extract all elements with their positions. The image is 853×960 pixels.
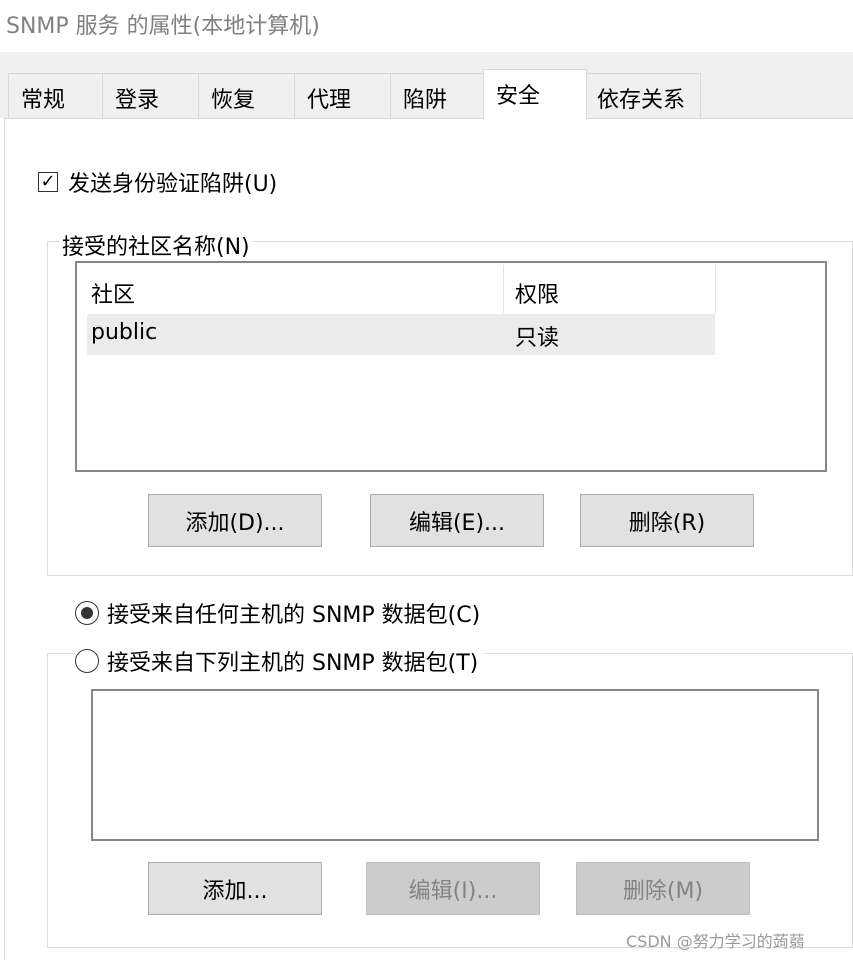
column-header-rights[interactable]: 权限	[515, 277, 559, 309]
column-divider[interactable]	[715, 265, 716, 313]
tab-label: 依存关系	[597, 88, 686, 113]
remove-community-button[interactable]: 删除(R)	[580, 494, 754, 547]
community-name: public	[91, 320, 158, 345]
tab-label: 代理	[307, 88, 352, 113]
add-community-button[interactable]: 添加(D)...	[148, 494, 322, 547]
title-bar: SNMP 服务 的属性(本地计算机)	[0, 0, 853, 50]
community-row[interactable]: public 只读	[87, 314, 715, 355]
send-auth-trap-option[interactable]: ✓ 发送身份验证陷阱(U)	[38, 168, 278, 197]
send-auth-trap-checkbox[interactable]: ✓	[38, 172, 58, 192]
add-host-button[interactable]: 添加...	[148, 862, 322, 915]
accept-listed-hosts-label: 接受来自下列主机的 SNMP 数据包(T)	[107, 651, 479, 676]
edit-community-button[interactable]: 编辑(E)...	[370, 494, 544, 547]
community-rights: 只读	[515, 326, 560, 351]
column-header-community[interactable]: 社区	[91, 277, 135, 309]
tab-logon[interactable]: 登录	[102, 73, 199, 118]
communities-list[interactable]: 社区 权限 public 只读	[75, 261, 827, 472]
tab-recovery[interactable]: 恢复	[198, 73, 295, 118]
accept-listed-hosts-option[interactable]: 接受来自下列主机的 SNMP 数据包(T)	[75, 645, 485, 677]
tab-general[interactable]: 常规	[8, 73, 103, 118]
accept-any-host-radio[interactable]	[75, 601, 99, 625]
column-divider[interactable]	[503, 265, 504, 313]
tab-label: 登录	[115, 88, 160, 113]
send-auth-trap-label: 发送身份验证陷阱(U)	[68, 172, 278, 197]
tab-label: 陷阱	[403, 88, 448, 113]
accept-any-host-option[interactable]: 接受来自任何主机的 SNMP 数据包(C)	[75, 597, 487, 629]
hosts-list[interactable]	[91, 689, 819, 841]
check-icon: ✓	[40, 171, 56, 192]
tab-traps[interactable]: 陷阱	[390, 73, 484, 118]
tab-dependencies[interactable]: 依存关系	[586, 73, 701, 118]
window-title: SNMP 服务 的属性(本地计算机)	[6, 14, 320, 39]
tab-label: 常规	[21, 88, 66, 113]
accept-any-host-label: 接受来自任何主机的 SNMP 数据包(C)	[107, 603, 481, 628]
tab-label: 安全	[496, 84, 541, 109]
accept-listed-hosts-radio[interactable]	[75, 649, 99, 673]
tab-label: 恢复	[211, 88, 256, 113]
tab-agent[interactable]: 代理	[294, 73, 391, 118]
radio-selected-dot	[81, 607, 93, 619]
watermark-text: CSDN @努力学习的蒟蒻	[626, 932, 805, 951]
tab-security[interactable]: 安全	[483, 69, 587, 120]
remove-host-button: 删除(M)	[576, 862, 750, 915]
edit-host-button: 编辑(I)...	[366, 862, 540, 915]
communities-group-label: 接受的社区名称(N)	[60, 229, 252, 261]
